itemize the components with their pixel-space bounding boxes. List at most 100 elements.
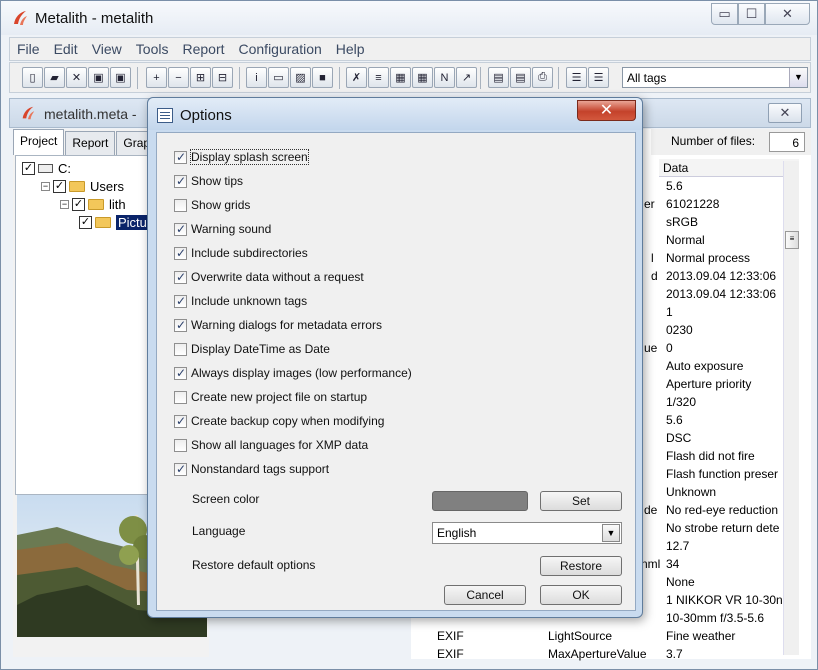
language-select[interactable]: English ▼: [432, 522, 622, 544]
tab-report[interactable]: Report: [65, 131, 116, 155]
data-cell[interactable]: 0230: [666, 323, 782, 341]
data-cell[interactable]: Flash did not fire: [666, 449, 782, 467]
tree-node[interactable]: − ✓ lith: [60, 196, 126, 213]
data-cell[interactable]: 5.6: [666, 413, 782, 431]
add-button[interactable]: +: [146, 67, 167, 88]
data-cell[interactable]: No red-eye reduction: [666, 503, 782, 521]
checkbox-unchecked-icon[interactable]: [174, 438, 187, 452]
calendar-button[interactable]: ▦: [390, 67, 411, 88]
option-checkbox[interactable]: Create new project file on startup: [174, 389, 367, 405]
data-cell[interactable]: Aperture priority: [666, 377, 782, 395]
clear-button[interactable]: ✗: [346, 67, 367, 88]
collapse-node-icon[interactable]: −: [60, 200, 69, 209]
save-as-button[interactable]: ▣: [110, 67, 131, 88]
data-cell[interactable]: Auto exposure: [666, 359, 782, 377]
checkbox-unchecked-icon[interactable]: [174, 198, 187, 212]
set-color-button[interactable]: Set: [540, 491, 622, 511]
info-button[interactable]: i: [246, 67, 267, 88]
option-checkbox[interactable]: Display splash screen: [174, 149, 309, 165]
checkbox-checked-icon[interactable]: [174, 150, 187, 164]
data-cell[interactable]: 61021228: [666, 197, 782, 215]
data-cell[interactable]: 1/320: [666, 395, 782, 413]
checkbox-checked-icon[interactable]: [174, 246, 187, 260]
data-cell[interactable]: Fine weather: [666, 629, 735, 647]
data-cell[interactable]: 1 NIKKOR VR 10-30n: [666, 593, 782, 611]
checkbox-unchecked-icon[interactable]: [174, 342, 187, 356]
remove-button[interactable]: −: [168, 67, 189, 88]
menu-configuration[interactable]: Configuration: [232, 41, 329, 57]
document-close-button[interactable]: ✕: [768, 103, 802, 123]
menu-edit[interactable]: Edit: [47, 41, 85, 57]
tree-node[interactable]: ✓ C:: [22, 160, 71, 177]
tags-filter-select[interactable]: All tags ▼: [622, 67, 808, 88]
tag-name-cell[interactable]: l: [651, 251, 654, 269]
tree-node-checkbox[interactable]: ✓: [79, 216, 92, 229]
list-view-button[interactable]: ☰: [588, 67, 609, 88]
tag-name-cell[interactable]: ue: [644, 341, 657, 359]
tree-node[interactable]: ✓ Pictur: [79, 214, 154, 231]
print-button[interactable]: ⎙: [532, 67, 553, 88]
ok-button[interactable]: OK: [540, 585, 622, 605]
minimize-button[interactable]: ▭: [711, 3, 738, 25]
image-button[interactable]: ▨: [290, 67, 311, 88]
gray-square-button[interactable]: ■: [312, 67, 333, 88]
grid-view-button[interactable]: ☰: [566, 67, 587, 88]
menu-report[interactable]: Report: [175, 41, 231, 57]
data-cell[interactable]: Flash function preser: [666, 467, 782, 485]
option-checkbox[interactable]: Show tips: [174, 173, 243, 189]
new-file-button[interactable]: ▯: [22, 67, 43, 88]
checkbox-checked-icon[interactable]: [174, 414, 187, 428]
n-button[interactable]: N: [434, 67, 455, 88]
preview-button[interactable]: ▤: [488, 67, 509, 88]
option-checkbox[interactable]: Always display images (low performance): [174, 365, 412, 381]
cancel-button[interactable]: Cancel: [444, 585, 526, 605]
menu-view[interactable]: View: [85, 41, 129, 57]
maximize-button[interactable]: ☐: [738, 3, 765, 25]
checkbox-unchecked-icon[interactable]: [174, 390, 187, 404]
checkbox-checked-icon[interactable]: [174, 174, 187, 188]
data-cell[interactable]: sRGB: [666, 215, 782, 233]
menu-file[interactable]: File: [10, 41, 47, 57]
option-checkbox[interactable]: Show grids: [174, 197, 250, 213]
data-cell[interactable]: 2013.09.04 12:33:06: [666, 269, 782, 287]
delete-button[interactable]: ✕: [66, 67, 87, 88]
option-checkbox[interactable]: Include unknown tags: [174, 293, 307, 309]
close-button[interactable]: ✕: [765, 3, 810, 25]
data-cell[interactable]: No strobe return dete: [666, 521, 782, 539]
option-checkbox[interactable]: Create backup copy when modifying: [174, 413, 384, 429]
option-checkbox[interactable]: Nonstandard tags support: [174, 461, 329, 477]
tag-name-cell[interactable]: er: [644, 197, 655, 215]
data-cell[interactable]: Normal: [666, 233, 782, 251]
checkbox-checked-icon[interactable]: [174, 294, 187, 308]
checkbox-checked-icon[interactable]: [174, 270, 187, 284]
data-cell[interactable]: None: [666, 575, 782, 593]
tag-name-cell[interactable]: LightSource: [548, 629, 612, 647]
report-button[interactable]: ▤: [510, 67, 531, 88]
tag-name-cell[interactable]: nml: [641, 557, 660, 575]
checkbox-checked-icon[interactable]: [174, 366, 187, 380]
window-button[interactable]: ▭: [268, 67, 289, 88]
data-cell[interactable]: Normal process: [666, 251, 782, 269]
tag-name-cell[interactable]: d: [651, 269, 658, 287]
tab-project[interactable]: Project: [13, 129, 65, 155]
option-checkbox[interactable]: Warning sound: [174, 221, 271, 237]
data-cell[interactable]: DSC: [666, 431, 782, 449]
option-checkbox[interactable]: Show all languages for XMP data: [174, 437, 368, 453]
vertical-scrollbar[interactable]: ≡: [783, 161, 799, 655]
menu-help[interactable]: Help: [329, 41, 372, 57]
collapse-node-icon[interactable]: −: [41, 182, 50, 191]
open-folder-button[interactable]: ▰: [44, 67, 65, 88]
checkbox-checked-icon[interactable]: [174, 462, 187, 476]
menu-tools[interactable]: Tools: [129, 41, 176, 57]
dialog-close-button[interactable]: ✕: [577, 100, 636, 121]
tree-node-checkbox[interactable]: ✓: [22, 162, 35, 175]
data-cell[interactable]: 3.7: [666, 647, 683, 665]
data-cell[interactable]: Unknown: [666, 485, 782, 503]
group-cell[interactable]: EXIF: [437, 629, 464, 647]
data-cell[interactable]: 1: [666, 305, 782, 323]
expand-button[interactable]: ⊞: [190, 67, 211, 88]
tag-name-cell[interactable]: MaxApertureValue: [548, 647, 647, 665]
calendar-edit-button[interactable]: ▦: [412, 67, 433, 88]
tag-name-cell[interactable]: de: [644, 503, 657, 521]
data-cell[interactable]: 2013.09.04 12:33:06: [666, 287, 782, 305]
